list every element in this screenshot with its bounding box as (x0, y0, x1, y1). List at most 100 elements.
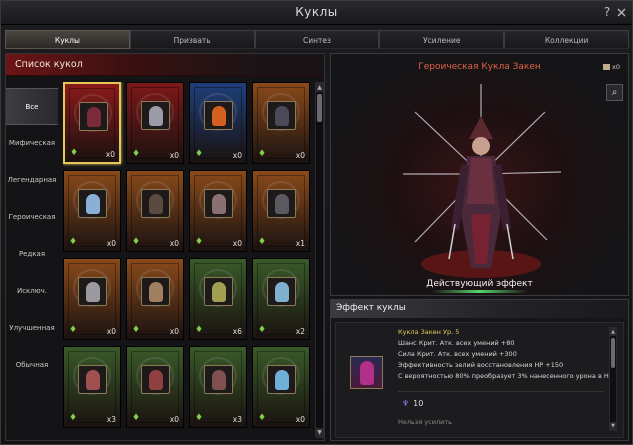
active-effect-glow (431, 290, 528, 293)
cannot-enhance-text: Нельзя усилить (398, 418, 452, 426)
dolls-window: Куклы ? Куклы Призвать Синтез Усиление Колле… (0, 0, 633, 445)
doll-card[interactable]: ♦ x1 (252, 170, 310, 252)
material-count: x0 (612, 63, 620, 71)
doll-count: x0 (106, 327, 116, 336)
doll-portrait-icon (78, 365, 107, 394)
grade-filter-7[interactable]: Обычная (6, 347, 58, 384)
doll-portrait-icon (141, 189, 170, 218)
doll-list-title: Список кукол (15, 59, 83, 70)
effect-line: Сила Крит. Атк. всех умений +300 (398, 350, 517, 358)
doll-card[interactable]: ♦ x0 (126, 170, 184, 252)
scroll-up-icon[interactable]: ▲ (610, 328, 616, 336)
doll-count: x0 (106, 239, 116, 248)
doll-count: x0 (169, 415, 179, 424)
doll-card[interactable]: ♦ x6 (189, 258, 247, 340)
close-icon (617, 8, 625, 17)
doll-preview: Героическая Кукла Закен x0 ⌕ Действующий… (330, 53, 629, 296)
doll-portrait-icon (204, 189, 233, 218)
tab-1[interactable]: Призвать (129, 30, 255, 49)
gem-icon: ♦ (69, 413, 78, 423)
gem-icon: ♦ (258, 325, 267, 335)
doll-portrait-icon (267, 277, 296, 306)
doll-count: x3 (232, 415, 242, 424)
doll-count: x0 (105, 150, 115, 159)
doll-card[interactable]: ♦ x0 (63, 170, 121, 252)
gem-icon: ♦ (69, 325, 78, 335)
doll-effect-panel: Эффект куклы Кукла Закен Ур. 5 Шанс Крит.… (330, 299, 629, 441)
doll-card[interactable]: ♦ x0 (126, 258, 184, 340)
doll-card[interactable]: ♦ x0 (126, 82, 184, 164)
grade-filter-3[interactable]: Героическая (6, 199, 58, 236)
doll-effect-header: Эффект куклы (331, 300, 628, 318)
enhance-cost-value: 10 (413, 399, 424, 408)
close-button[interactable] (614, 4, 628, 20)
enhance-material-icon: ♆ (402, 399, 410, 408)
tab-0[interactable]: Куклы (5, 30, 130, 49)
effect-scrollbar[interactable]: ▲ ▼ (609, 327, 617, 431)
doll-effect-title: Эффект куклы (336, 303, 406, 313)
doll-card[interactable]: ♦ x0 (252, 82, 310, 164)
grade-filter-1[interactable]: Мифическая (6, 125, 58, 162)
grade-filter-6[interactable]: Улучшенная (6, 310, 58, 347)
scroll-up-icon[interactable]: ▲ (316, 83, 323, 92)
doll-card[interactable]: ♦ x0 (252, 346, 310, 428)
magnifier-icon: ⌕ (611, 87, 618, 98)
gem-icon: ♦ (258, 237, 267, 247)
doll-level-label: Кукла Закен Ур. 5 (398, 328, 460, 336)
doll-card[interactable]: ♦ x0 (126, 346, 184, 428)
doll-count: x0 (169, 151, 179, 160)
doll-count: x3 (106, 415, 116, 424)
doll-count: x0 (169, 239, 179, 248)
tab-4[interactable]: Коллекции (504, 30, 629, 49)
doll-count: x0 (232, 239, 242, 248)
doll-portrait-icon (204, 365, 233, 394)
doll-count: x0 (295, 415, 305, 424)
grade-filter-5[interactable]: Исключ. (6, 273, 58, 310)
grade-filter-2[interactable]: Легендарная (6, 162, 58, 199)
doll-grid: ♦ x0 ♦ x0 ♦ x0 ♦ x0 ♦ x0 ♦ x0 ♦ x0 ♦ x1 ♦ x0 ♦ x0 ♦ x6 ♦ x2 ♦ x3 ♦… (63, 82, 313, 440)
scroll-thumb[interactable] (317, 94, 322, 122)
doll-list-scrollbar[interactable]: ▲ ▼ (315, 82, 324, 438)
doll-count: x0 (295, 151, 305, 160)
gem-icon: ♦ (195, 149, 204, 159)
tab-2[interactable]: Синтез (254, 30, 380, 49)
doll-list-header: Список кукол (6, 54, 324, 76)
material-icon (603, 64, 611, 70)
doll-card[interactable]: ♦ x0 (63, 258, 121, 340)
gem-icon: ♦ (132, 413, 141, 423)
active-effect-button[interactable]: Действующий эффект (331, 279, 628, 289)
doll-count: x2 (295, 327, 305, 336)
doll-list-panel: Список кукол Все Мифическая Легендарная Гер… (5, 53, 325, 441)
doll-portrait-icon (267, 365, 296, 394)
tab-3[interactable]: Усиление (379, 30, 505, 49)
material-counter: x0 (603, 63, 620, 71)
doll-portrait-icon (267, 101, 296, 130)
doll-portrait-icon (204, 101, 233, 130)
doll-card[interactable]: ♦ x3 (63, 346, 121, 428)
gem-icon: ♦ (258, 413, 267, 423)
doll-card[interactable]: ♦ x0 (189, 82, 247, 164)
scroll-down-icon[interactable]: ▼ (316, 428, 323, 437)
doll-card[interactable]: ♦ x3 (189, 346, 247, 428)
doll-card[interactable]: ♦ x0 (63, 82, 121, 164)
grade-filters: Все Мифическая Легендарная Героическая Редка… (6, 88, 58, 384)
title-bar: Куклы ? (1, 1, 632, 25)
effect-line: Шанс Крит. Атк. всех умений +80 (398, 339, 515, 347)
doll-portrait-icon (141, 101, 170, 130)
doll-card[interactable]: ♦ x2 (252, 258, 310, 340)
doll-portrait-icon (79, 102, 108, 131)
doll-card[interactable]: ♦ x0 (189, 170, 247, 252)
window-title: Куклы (295, 5, 338, 19)
doll-portrait-icon (78, 277, 107, 306)
scroll-thumb[interactable] (611, 338, 615, 368)
scroll-down-icon[interactable]: ▼ (610, 422, 616, 430)
help-button[interactable]: ? (600, 4, 614, 20)
doll-portrait-icon (350, 356, 383, 389)
doll-count: x0 (232, 151, 242, 160)
gem-icon: ♦ (132, 325, 141, 335)
grade-filter-0[interactable]: Все (6, 88, 58, 125)
effect-line: С вероятностью 80% преобразует 3% нанесе… (398, 372, 614, 380)
grade-filter-4[interactable]: Редкая (6, 236, 58, 273)
zoom-button[interactable]: ⌕ (606, 84, 623, 101)
doll-count: x6 (232, 327, 242, 336)
